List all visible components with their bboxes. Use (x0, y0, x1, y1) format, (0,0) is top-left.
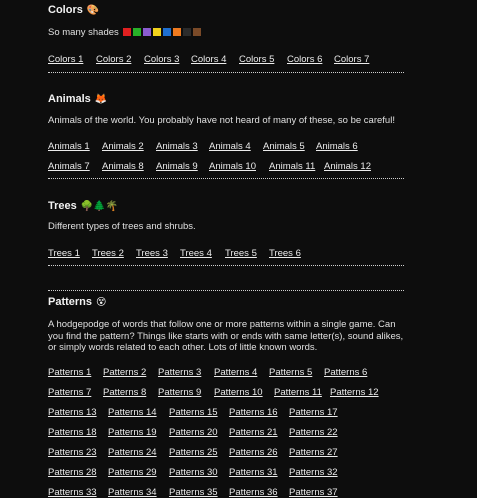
patterns-link[interactable]: Patterns 15 (169, 407, 218, 418)
colors-link[interactable]: Colors 4 (191, 54, 226, 65)
colors-heading: Colors 🎨 (48, 4, 404, 16)
animals-link[interactable]: Animals 9 (156, 161, 198, 172)
color-swatch (153, 28, 162, 37)
divider (48, 290, 404, 291)
patterns-link[interactable]: Patterns 4 (214, 367, 257, 378)
patterns-section: Patterns 😵 (48, 296, 404, 308)
colors-description: So many shades (48, 27, 119, 38)
patterns-link[interactable]: Patterns 36 (229, 487, 278, 498)
patterns-link[interactable]: Patterns 9 (158, 387, 201, 398)
patterns-link[interactable]: Patterns 7 (48, 387, 91, 398)
animals-link[interactable]: Animals 8 (102, 161, 144, 172)
animals-title: Animals (48, 93, 91, 105)
patterns-link[interactable]: Patterns 22 (289, 427, 338, 438)
patterns-link[interactable]: Patterns 19 (108, 427, 157, 438)
patterns-link[interactable]: Patterns 14 (108, 407, 157, 418)
patterns-link[interactable]: Patterns 20 (169, 427, 218, 438)
color-swatch (173, 28, 182, 37)
patterns-link[interactable]: Patterns 23 (48, 447, 97, 458)
color-swatch (143, 28, 152, 37)
animals-description: Animals of the world. You probably have … (48, 115, 395, 126)
colors-section: Colors 🎨 (48, 4, 404, 16)
animals-link[interactable]: Animals 4 (209, 141, 251, 152)
patterns-link[interactable]: Patterns 35 (169, 487, 218, 498)
patterns-link[interactable]: Patterns 18 (48, 427, 97, 438)
patterns-link[interactable]: Patterns 12 (330, 387, 379, 398)
patterns-link[interactable]: Patterns 5 (269, 367, 312, 378)
colors-link[interactable]: Colors 3 (144, 54, 179, 65)
colors-title: Colors (48, 4, 83, 16)
patterns-link[interactable]: Patterns 10 (214, 387, 263, 398)
trees-link[interactable]: Trees 4 (180, 248, 212, 259)
palette-icon: 🎨 (86, 4, 100, 16)
animals-link[interactable]: Animals 1 (48, 141, 90, 152)
trees-heading: Trees 🌳🌲🌴 (48, 200, 404, 212)
divider (48, 72, 404, 73)
animals-link[interactable]: Animals 10 (209, 161, 256, 172)
animals-link[interactable]: Animals 3 (156, 141, 198, 152)
trees-section: Trees 🌳🌲🌴 (48, 200, 404, 212)
animals-link[interactable]: Animals 5 (263, 141, 305, 152)
colors-link[interactable]: Colors 5 (239, 54, 274, 65)
patterns-link[interactable]: Patterns 1 (48, 367, 91, 378)
trees-link[interactable]: Trees 3 (136, 248, 168, 259)
color-swatch (183, 28, 192, 37)
animals-link[interactable]: Animals 11 (269, 161, 315, 172)
colors-link[interactable]: Colors 7 (334, 54, 369, 65)
patterns-link[interactable]: Patterns 16 (229, 407, 278, 418)
trees-description: Different types of trees and shrubs. (48, 221, 196, 232)
animals-heading: Animals 🦊 (48, 93, 404, 105)
patterns-link[interactable]: Patterns 11 (274, 387, 322, 398)
patterns-link[interactable]: Patterns 27 (289, 447, 338, 458)
patterns-link[interactable]: Patterns 33 (48, 487, 97, 498)
patterns-link[interactable]: Patterns 8 (103, 387, 146, 398)
patterns-link[interactable]: Patterns 26 (229, 447, 278, 458)
patterns-link[interactable]: Patterns 2 (103, 367, 146, 378)
divider (48, 178, 404, 179)
color-swatches (121, 27, 202, 38)
color-swatch (193, 28, 202, 37)
patterns-link[interactable]: Patterns 31 (229, 467, 278, 478)
fox-icon: 🦊 (94, 93, 108, 105)
patterns-link[interactable]: Patterns 34 (108, 487, 157, 498)
trees-link[interactable]: Trees 1 (48, 248, 80, 259)
patterns-link[interactable]: Patterns 6 (324, 367, 367, 378)
dizzy-face-icon: 😵 (96, 296, 107, 308)
color-swatch (123, 28, 132, 37)
animals-section: Animals 🦊 (48, 93, 404, 105)
trees-link[interactable]: Trees 5 (225, 248, 257, 259)
trees-link[interactable]: Trees 6 (269, 248, 301, 259)
patterns-link[interactable]: Patterns 17 (289, 407, 338, 418)
colors-link[interactable]: Colors 1 (48, 54, 83, 65)
colors-link[interactable]: Colors 6 (287, 54, 322, 65)
patterns-link[interactable]: Patterns 13 (48, 407, 97, 418)
color-swatch (133, 28, 142, 37)
trees-title: Trees (48, 200, 77, 212)
colors-description-row: So many shades (48, 27, 404, 39)
divider (48, 265, 404, 266)
patterns-link[interactable]: Patterns 30 (169, 467, 218, 478)
patterns-link[interactable]: Patterns 25 (169, 447, 218, 458)
patterns-link[interactable]: Patterns 32 (289, 467, 338, 478)
animals-link[interactable]: Animals 2 (102, 141, 144, 152)
patterns-link[interactable]: Patterns 29 (108, 467, 157, 478)
patterns-link[interactable]: Patterns 37 (289, 487, 338, 498)
trees-link[interactable]: Trees 2 (92, 248, 124, 259)
patterns-heading: Patterns 😵 (48, 296, 404, 308)
patterns-link[interactable]: Patterns 28 (48, 467, 97, 478)
animals-link[interactable]: Animals 6 (316, 141, 358, 152)
patterns-title: Patterns (48, 296, 93, 308)
patterns-link[interactable]: Patterns 21 (229, 427, 278, 438)
patterns-description: A hodgepodge of words that follow one or… (48, 319, 404, 353)
trees-icon: 🌳🌲🌴 (80, 200, 119, 212)
patterns-link[interactable]: Patterns 3 (158, 367, 201, 378)
animals-link[interactable]: Animals 12 (324, 161, 371, 172)
animals-link[interactable]: Animals 7 (48, 161, 90, 172)
color-swatch (163, 28, 172, 37)
colors-link[interactable]: Colors 2 (96, 54, 131, 65)
patterns-link[interactable]: Patterns 24 (108, 447, 157, 458)
